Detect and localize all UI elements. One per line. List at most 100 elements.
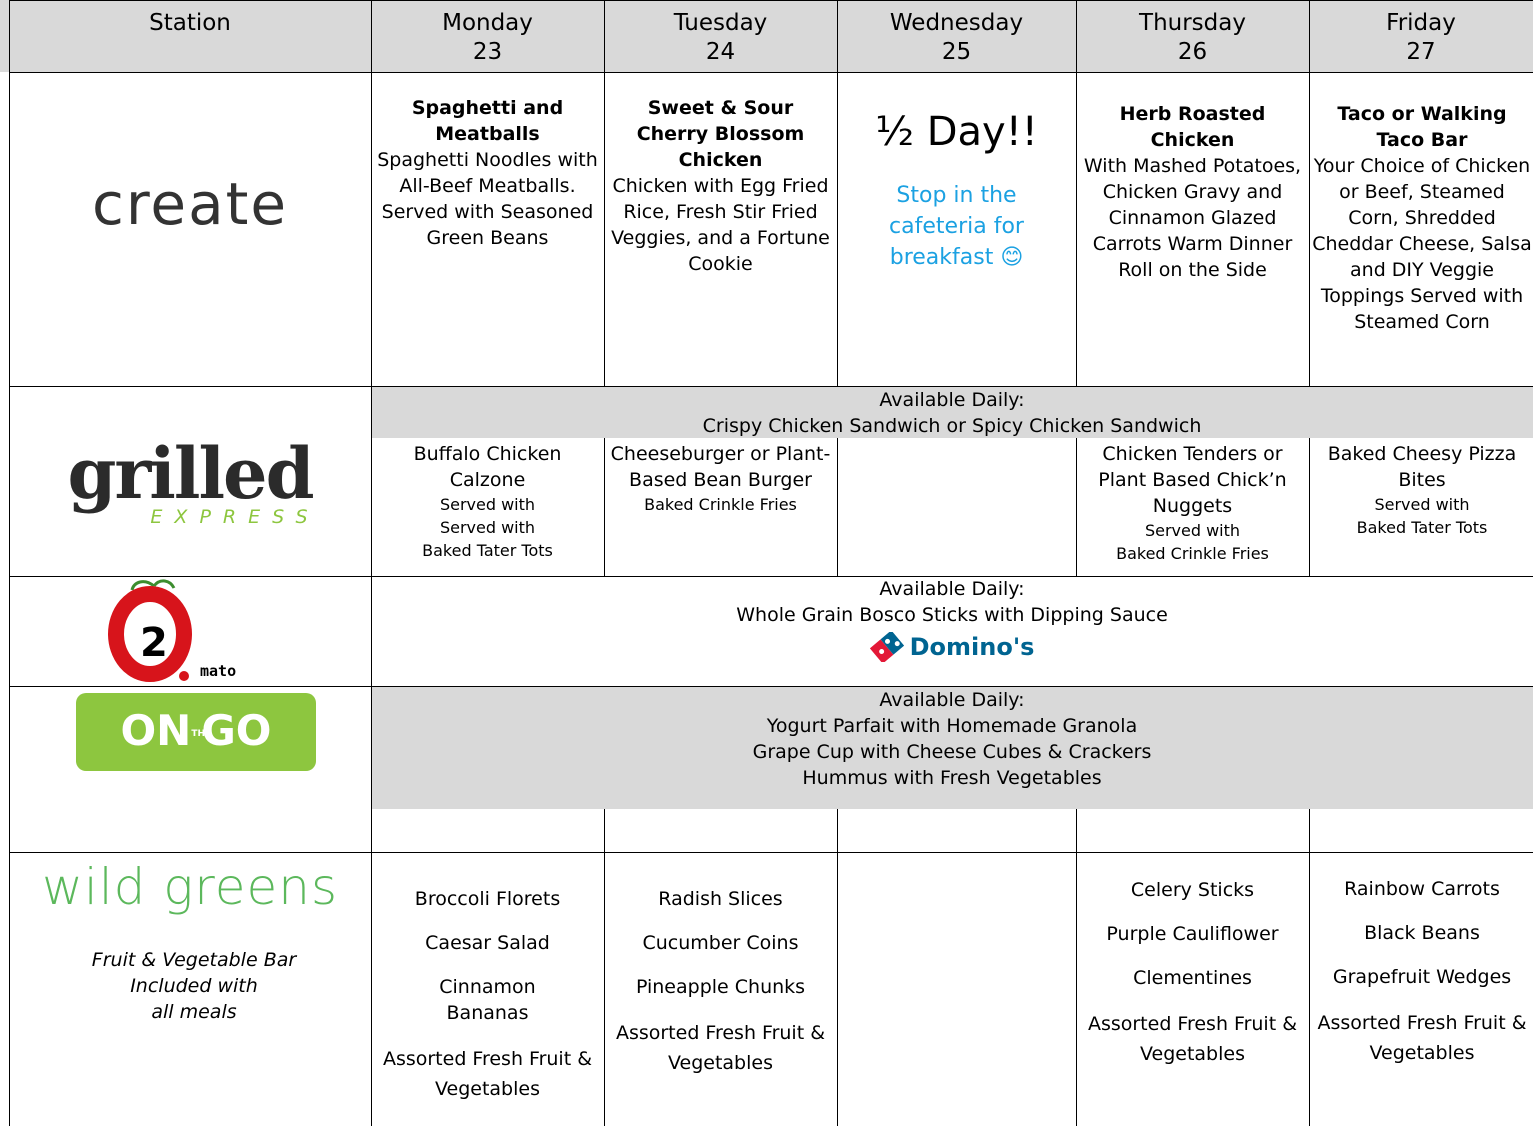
create-monday: Spaghetti and Meatballs Spaghetti Noodle… <box>376 95 599 251</box>
daily-item: Grape Cup with Cheese Cubes & Crackers <box>752 741 1152 763</box>
dish-title: Sweet & Sour Cherry Blossom Chicken <box>636 97 805 171</box>
dish-title: Taco or Walking Taco Bar <box>1337 103 1507 151</box>
day-name: Monday <box>442 10 533 36</box>
dominos-logo: Domino's <box>371 630 1533 664</box>
header-station: Station <box>9 0 371 38</box>
list-item: Assorted Fresh Fruit & Vegetables <box>1317 1012 1527 1064</box>
dish-side: Baked Crinkle Fries <box>644 495 797 514</box>
grid-line <box>1309 809 1310 1126</box>
list-item: Assorted Fresh Fruit & Vegetables <box>382 1048 593 1100</box>
logo-the: THE <box>191 728 212 739</box>
dish-main: Baked Cheesy Pizza Bites <box>1327 443 1517 491</box>
daily-item: Yogurt Parfait with Homemade Granola <box>766 715 1138 737</box>
daily-item: Crispy Chicken Sandwich or Spicy Chicken… <box>702 415 1202 437</box>
dominos-tile-icon <box>869 630 904 664</box>
grid-line <box>9 852 1533 853</box>
wildgreens-monday: Broccoli Florets Caesar Salad Cinnamon B… <box>376 886 599 1122</box>
tomato-icon <box>108 579 192 682</box>
grid-line <box>604 809 605 1126</box>
grilled-thursday: Chicken Tenders or Plant Based Chick’n N… <box>1081 441 1304 565</box>
wildgreens-description: Fruit & Vegetable Bar Included with all … <box>9 947 379 1025</box>
day-date: 27 <box>1406 39 1436 65</box>
daily-item: Whole Grain Bosco Sticks with Dipping Sa… <box>736 604 1168 626</box>
grid-line <box>1076 809 1077 1126</box>
wildgreens-tuesday: Radish Slices Cucumber Coins Pineapple C… <box>609 886 832 1096</box>
bar-description: Included with <box>130 975 258 997</box>
dish-title: Herb Roasted Chicken <box>1119 103 1266 151</box>
bar-description: all meals <box>151 1001 237 1023</box>
dish-description: Chicken with Egg Fried Rice, Fresh Stir … <box>611 175 830 275</box>
daily-item: Hummus with Fresh Vegetables <box>802 767 1102 789</box>
grid-line <box>837 438 838 576</box>
header-tuesday: Tuesday 24 <box>604 0 837 67</box>
dish-description: With Mashed Potatoes, Chicken Gravy and … <box>1083 155 1302 281</box>
onthego-daily: Available Daily: Yogurt Parfait with Hom… <box>371 687 1533 791</box>
header-friday: Friday 27 <box>1309 0 1533 67</box>
day-name: Thursday <box>1139 10 1246 36</box>
dish-side: Served with <box>1374 495 1470 514</box>
daily-label: Available Daily: <box>879 389 1025 411</box>
wildgreens-thursday: Celery Sticks Purple Cauliflower Clement… <box>1081 877 1304 1087</box>
list-item: Celery Sticks <box>1130 879 1255 901</box>
half-day-title: ½ Day!! <box>875 109 1038 155</box>
list-item: Broccoli Florets <box>414 888 561 910</box>
create-logo: create <box>9 170 371 238</box>
grid-line <box>1076 438 1077 576</box>
grid-line <box>604 438 605 576</box>
daily-label: Available Daily: <box>879 578 1025 600</box>
dish-side: Baked Tater Tots <box>422 541 553 560</box>
dish-main: Chicken Tenders or Plant Based Chick’n N… <box>1098 443 1287 517</box>
grid-line <box>1309 438 1310 576</box>
list-item: Assorted Fresh Fruit & Vegetables <box>615 1022 826 1074</box>
day-date: 25 <box>941 39 972 65</box>
grilled-logo-text: grilled <box>67 432 314 515</box>
create-tuesday: Sweet & Sour Cherry Blossom Chicken Chic… <box>609 95 832 277</box>
station-label: Station <box>149 10 231 36</box>
daily-label: Available Daily: <box>879 689 1025 711</box>
day-date: 23 <box>472 39 503 65</box>
dish-main: Cheeseburger or Plant-Based Bean Burger <box>610 443 831 491</box>
grilled-tuesday: Cheeseburger or Plant-Based Bean Burger … <box>609 441 832 516</box>
dish-description: Your Choice of Chicken or Beef, Steamed … <box>1312 155 1532 333</box>
o2mato-text: mato <box>200 662 237 680</box>
dish-description: Spaghetti Noodles with All-Beef Meatball… <box>377 149 598 249</box>
list-item: Grapefruit Wedges <box>1332 966 1512 988</box>
create-logo-text: create <box>91 170 289 238</box>
day-name: Tuesday <box>673 10 768 36</box>
o2mato-logo: 2 mato <box>104 578 284 682</box>
header-monday: Monday 23 <box>371 0 604 67</box>
o2mato-daily: Available Daily: Whole Grain Bosco Stick… <box>371 576 1533 664</box>
header-wednesday: Wednesday 25 <box>837 0 1076 67</box>
day-date: 24 <box>705 39 736 65</box>
list-item: Black Beans <box>1364 922 1480 944</box>
day-name: Friday <box>1386 10 1456 36</box>
list-item: Clementines <box>1133 967 1252 989</box>
list-item: Radish Slices <box>658 888 783 910</box>
list-item: Pineapple Chunks <box>635 976 806 998</box>
header-thursday: Thursday 26 <box>1076 0 1309 67</box>
list-item: Caesar Salad <box>425 932 550 954</box>
wildgreens-logo: wild greens <box>9 858 371 916</box>
create-friday: Taco or Walking Taco Bar Your Choice of … <box>1312 101 1532 335</box>
grilled-express-logo: grilled EXPRESS <box>9 432 371 529</box>
dish-side: Served with <box>1144 521 1241 540</box>
dish-side: Served with <box>439 495 536 514</box>
grilled-friday: Baked Cheesy Pizza Bites Served with Bak… <box>1312 441 1532 539</box>
create-wednesday: ½ Day!! Stop in the cafeteria for breakf… <box>842 106 1071 273</box>
list-item: Cucumber Coins <box>642 932 799 954</box>
grid-line <box>9 72 1533 73</box>
dish-title: Spaghetti and Meatballs <box>411 97 564 145</box>
list-item: Rainbow Carrots <box>1344 878 1500 900</box>
dish-side: Served with <box>439 518 536 537</box>
logo-go: GO <box>201 706 272 755</box>
grilled-daily: Available Daily: Crispy Chicken Sandwich… <box>371 387 1533 439</box>
grid-line <box>837 809 838 1126</box>
day-name: Wednesday <box>889 10 1024 36</box>
half-day-note: Stop in the cafeteria for breakfast 😊 <box>889 183 1024 270</box>
dish-side: Baked Tater Tots <box>1356 518 1488 537</box>
dish-main: Buffalo Chicken Calzone <box>413 443 562 491</box>
list-item: Cinnamon Bananas <box>439 976 536 1024</box>
day-date: 26 <box>1177 39 1208 65</box>
dish-side: Baked Crinkle Fries <box>1116 544 1269 563</box>
dominos-wordmark: Domino's <box>909 633 1035 661</box>
